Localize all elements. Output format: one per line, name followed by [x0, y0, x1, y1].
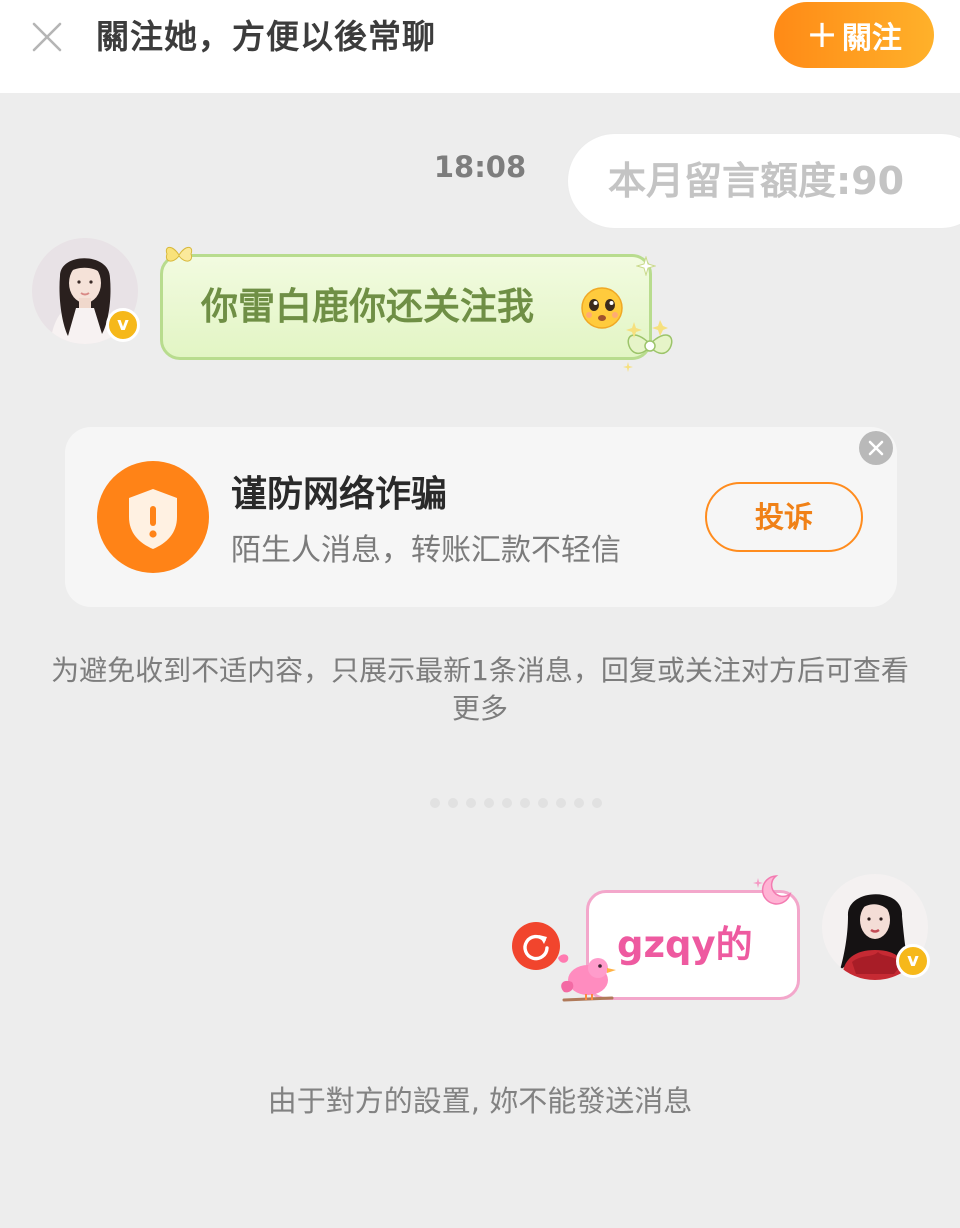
received-message-bubble[interactable]: 你雷白鹿你还关注我 — [160, 254, 652, 360]
pleading-face-emoji-icon — [579, 285, 625, 335]
verified-badge: v — [106, 308, 140, 342]
follow-banner: 關注她，方便以後常聊 + 關注 — [0, 0, 960, 93]
bird-sticker-icon — [552, 948, 618, 1014]
follow-button-label: 關注 — [841, 21, 902, 56]
moon-sticker-icon — [752, 872, 796, 916]
fraud-warning-subtitle: 陌生人消息，转账汇款不轻信 — [231, 533, 621, 568]
message-quota-text: 本月留言額度:90 — [608, 159, 905, 203]
received-message-text: 你雷白鹿你还关注我 — [201, 285, 534, 328]
plus-icon: + — [806, 11, 838, 56]
close-icon[interactable] — [859, 431, 893, 465]
message-timestamp: 18:08 — [433, 150, 527, 184]
follow-button[interactable]: + 關注 — [774, 2, 934, 68]
user-avatar[interactable]: v — [822, 874, 930, 980]
fraud-warning-card: 谨防网络诈骗 陌生人消息，转账汇款不轻信 投诉 — [65, 427, 897, 607]
shield-icon — [97, 461, 209, 573]
fraud-warning-title: 谨防网络诈骗 — [231, 474, 448, 515]
message-quota-badge: 本月留言額度:90 — [568, 134, 960, 228]
sent-message-text: gzqy的 — [617, 923, 753, 966]
loading-indicator — [430, 798, 602, 808]
sparkle-sticker-icon — [635, 255, 657, 280]
bow-sticker-icon — [620, 318, 680, 376]
close-icon[interactable] — [26, 16, 68, 58]
sender-avatar[interactable]: v — [32, 238, 140, 344]
report-button[interactable]: 投诉 — [705, 482, 863, 552]
message-limit-notice: 为避免收到不适内容，只展示最新1条消息，回复或关注对方后可查看更多 — [51, 654, 909, 725]
butterfly-sticker-icon — [164, 242, 194, 272]
cannot-send-notice: 由于對方的設置, 妳不能發送消息 — [267, 1084, 693, 1118]
verified-badge: v — [896, 944, 930, 978]
follow-banner-title: 關注她，方便以後常聊 — [96, 17, 436, 56]
